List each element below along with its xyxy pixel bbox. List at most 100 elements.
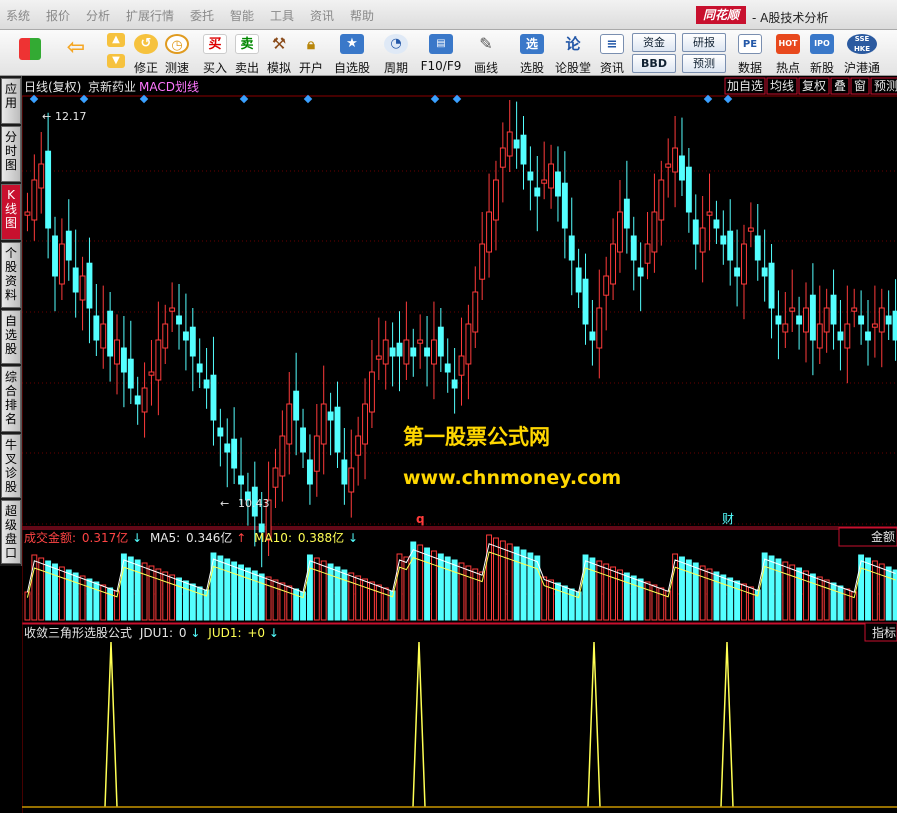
period-button[interactable]: ◔ 周期: [377, 30, 415, 76]
hot-button[interactable]: HOT 热点: [772, 30, 804, 76]
research-button[interactable]: 研报: [682, 33, 726, 52]
chart-toolbar-button-5[interactable]: 预测: [870, 77, 897, 95]
chart-toolbar-button-0[interactable]: 加自选: [724, 77, 766, 95]
candle-body: [45, 150, 52, 229]
volume-bar: [306, 554, 313, 621]
volume-bar: [672, 553, 679, 621]
menu-order[interactable]: 委托: [190, 7, 214, 24]
adjust-label: 修正: [133, 61, 158, 75]
volume-bar: [258, 573, 265, 621]
side-tab-stock-info[interactable]: 个股资料: [1, 242, 21, 308]
f10-button[interactable]: ▤ F10/F9: [419, 30, 463, 76]
volume-bar: [293, 588, 300, 621]
chart-toolbar-button-1[interactable]: 均线: [766, 77, 798, 95]
candle-body: [734, 267, 741, 277]
volume-bar: [265, 576, 272, 621]
volume-bar: [244, 567, 251, 621]
volume-bar: [196, 586, 203, 621]
side-tab-kline[interactable]: K线图: [1, 184, 21, 240]
forecast-button[interactable]: 预测: [682, 54, 726, 73]
volume-bar: [162, 571, 169, 621]
candle-body: [437, 326, 444, 357]
volume-bar: [368, 581, 375, 621]
signal-spike: [587, 641, 601, 808]
volume-bar: [761, 552, 768, 621]
up-down-button[interactable]: ▲ ▼: [101, 30, 131, 76]
back-button[interactable]: ⇦: [56, 30, 96, 76]
bbd-button[interactable]: BBD: [632, 54, 676, 73]
forum-button[interactable]: 论 论股堂: [554, 30, 592, 76]
candle-body: [38, 163, 45, 189]
side-tab-apps[interactable]: 应用: [1, 78, 21, 124]
side-tab-label: 超级盘口: [4, 504, 17, 560]
jud1-value: +0: [247, 626, 265, 640]
menu-help[interactable]: 帮助: [350, 7, 374, 24]
side-tab-label: 个股资料: [4, 246, 17, 302]
candle-body: [699, 227, 706, 253]
volume-bar: [120, 553, 127, 621]
watchlist-button[interactable]: ★ 自选股: [332, 30, 372, 76]
candle-body: [803, 307, 809, 333]
hk-connect-button[interactable]: SSE HKE 沪港通: [842, 30, 882, 76]
draw-line-button[interactable]: ✎ 画线: [468, 30, 504, 76]
candle-body: [451, 379, 458, 389]
chart-toolbar-button-4[interactable]: 窗: [850, 77, 870, 95]
candle-body: [396, 342, 403, 357]
volume-bar: [768, 555, 775, 621]
open-account-button[interactable]: 🔒︎ 开户: [296, 30, 326, 76]
volume-value: 0.317亿: [82, 530, 128, 545]
menu-tools[interactable]: 工具: [270, 7, 294, 24]
speed-test-button[interactable]: ◷ 测速: [162, 30, 192, 76]
side-tab-intraday[interactable]: 分时图: [1, 126, 21, 182]
chart-toolbar-button-3[interactable]: 叠: [830, 77, 850, 95]
sell-button[interactable]: 卖 卖出: [232, 30, 262, 76]
simulate-button[interactable]: ⚒ 模拟: [264, 30, 294, 76]
chart-toolbar-button-2[interactable]: 复权: [798, 77, 830, 95]
buy-button[interactable]: 买 买入: [200, 30, 230, 76]
volume-tab[interactable]: 金额: [871, 529, 895, 544]
volume-bar: [396, 553, 403, 621]
menu-analysis[interactable]: 分析: [86, 7, 110, 24]
ipo-button[interactable]: IPO 新股: [806, 30, 838, 76]
signal-spike: [720, 641, 734, 808]
start-button[interactable]: [10, 30, 50, 76]
simulate-label: 模拟: [266, 61, 291, 75]
period-label: 周期: [383, 61, 408, 75]
menu-extended-quotes[interactable]: 扩展行情: [126, 7, 174, 24]
side-tab-level2[interactable]: 超级盘口: [1, 500, 21, 564]
news-button[interactable]: ≡ 资讯: [596, 30, 628, 76]
q-marker[interactable]: q: [416, 512, 425, 526]
menu-bar: 系统 报价 分析 扩展行情 委托 智能 工具 资讯 帮助 同花顺 - A股技术分…: [0, 0, 897, 30]
chart-indicator-name[interactable]: MACD划线: [139, 80, 199, 94]
side-tab-diagnosis[interactable]: 牛叉诊股: [1, 434, 21, 498]
volume-bar: [803, 570, 809, 621]
side-tab-watchlist[interactable]: 自选股: [1, 310, 21, 364]
stock-pick-button[interactable]: 选 选股: [512, 30, 552, 76]
candle-body: [561, 182, 568, 229]
menu-quote[interactable]: 报价: [46, 7, 70, 24]
low-price-marker: ←: [220, 497, 229, 510]
indicator-tab[interactable]: 指标: [872, 625, 896, 640]
data-button[interactable]: PE 数据: [734, 30, 766, 76]
volume-bar: [617, 569, 623, 621]
signal-spike: [104, 641, 118, 808]
volume-bar: [561, 585, 568, 621]
candle-body: [403, 339, 410, 365]
side-tab-ranking[interactable]: 综合排名: [1, 366, 21, 432]
candle-body: [506, 131, 513, 157]
ma10-value: 0.388亿: [298, 530, 344, 545]
hot-label: 热点: [775, 61, 800, 75]
volume-bar: [451, 559, 458, 621]
ma5-label: MA5:: [150, 531, 180, 545]
volume-bar: [527, 552, 534, 621]
menu-system[interactable]: 系统: [6, 7, 30, 24]
menu-news[interactable]: 资讯: [310, 7, 334, 24]
kline-chart-area[interactable]: 日线(复权) 京新药业 MACD划线 加自选 均线 复权叠窗预测 ← 12.17 ←…: [22, 76, 897, 813]
financial-report-marker[interactable]: 财: [722, 512, 734, 526]
volume-bar: [816, 576, 823, 621]
adjust-button[interactable]: ↺ 修正: [131, 30, 161, 76]
volume-bar: [327, 563, 334, 621]
sell-icon: 卖: [235, 34, 259, 54]
fund-button[interactable]: 资金: [632, 33, 676, 52]
menu-smart[interactable]: 智能: [230, 7, 254, 24]
